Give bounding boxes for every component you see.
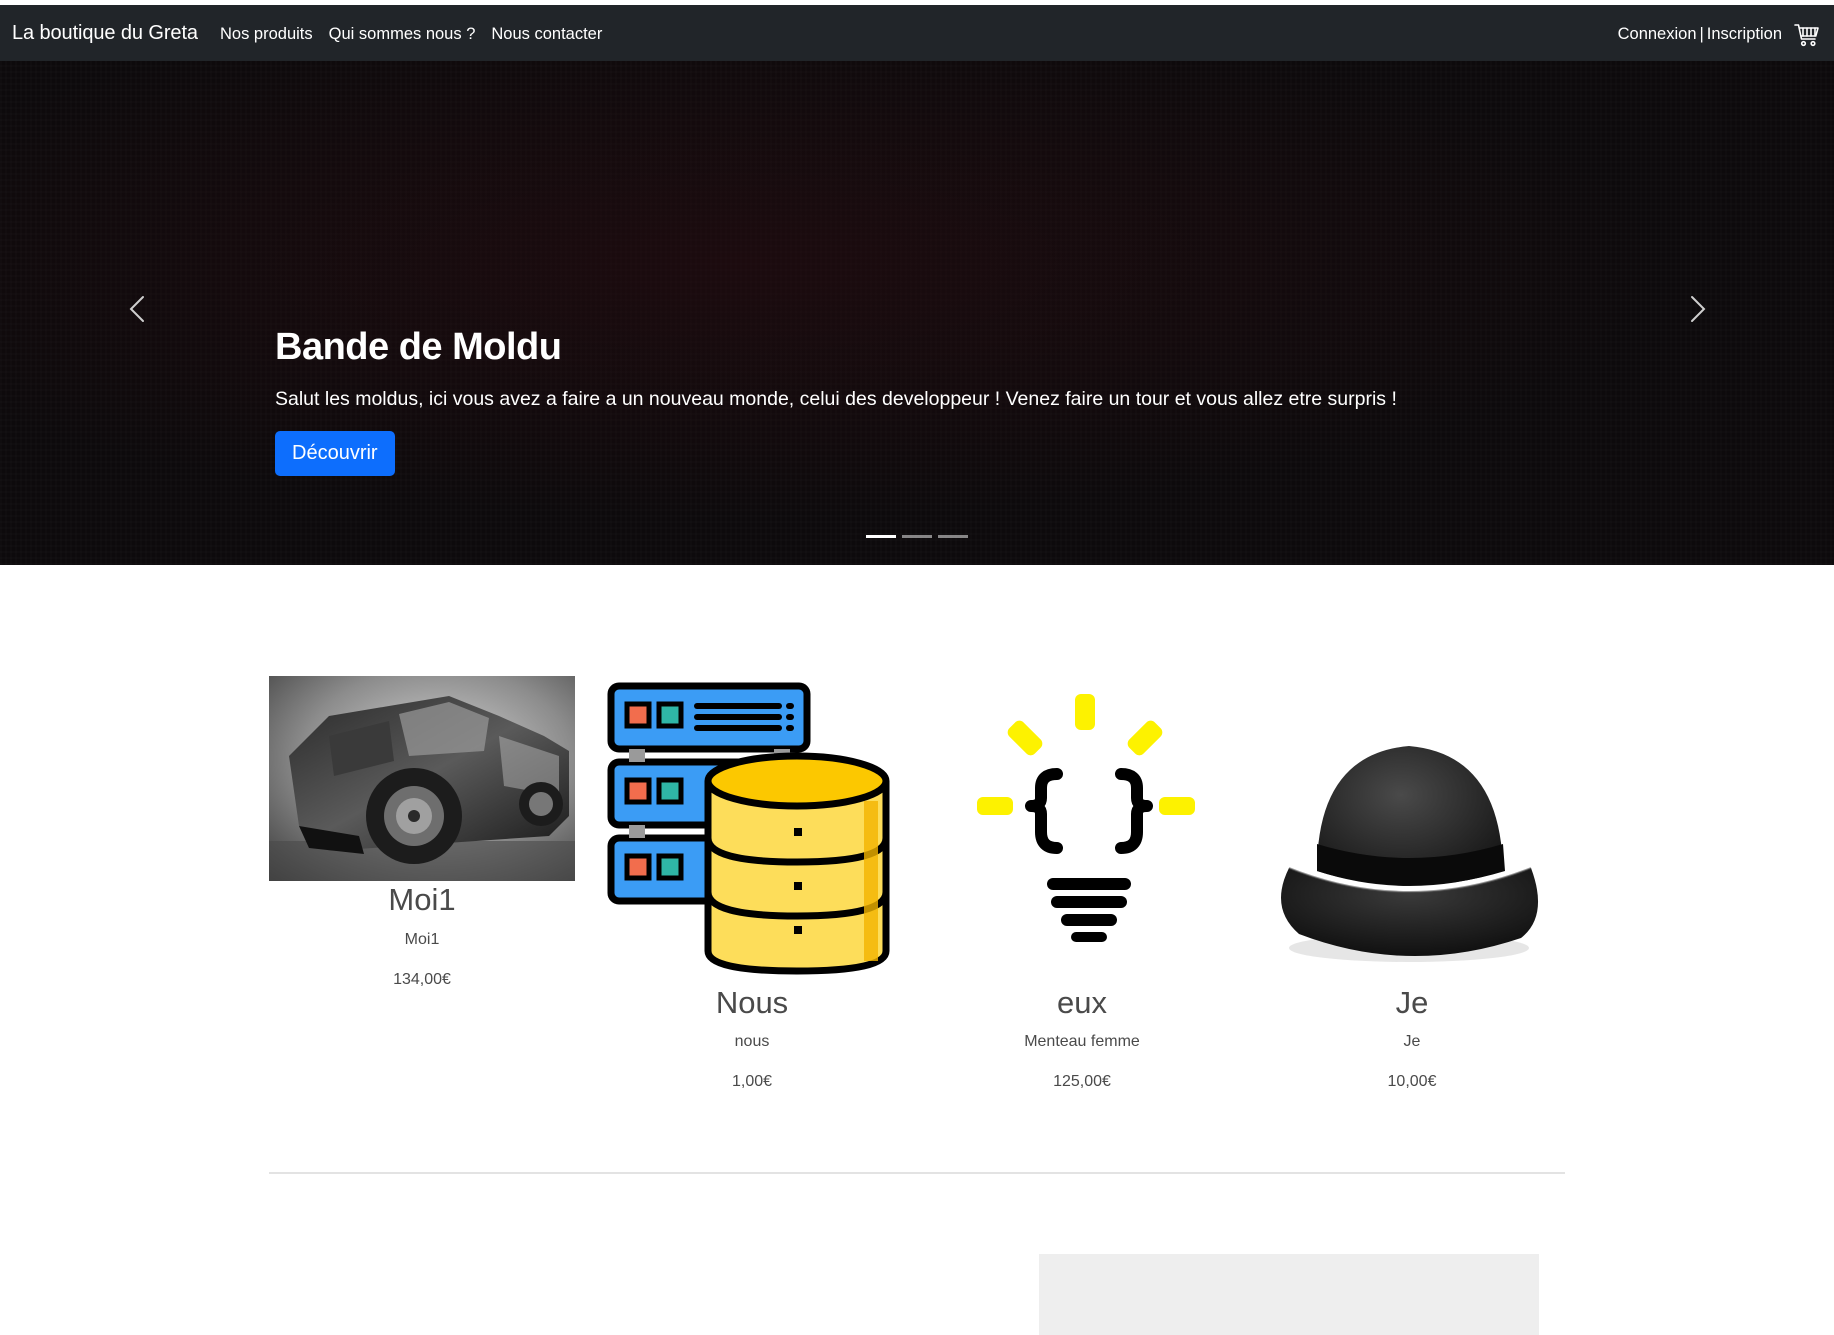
auth-separator: | [1699,25,1704,43]
hero-carousel: Bande de Moldu Salut les moldus, ici vou… [0,61,1834,565]
register-link[interactable]: Inscription [1707,25,1782,44]
product-image-bowler-hat[interactable] [1259,676,1565,976]
discover-button[interactable]: Découvrir [275,431,395,477]
nav-link-products[interactable]: Nos produits [220,25,313,44]
product-price: 125,00€ [1053,1073,1111,1090]
carousel-background [0,61,1834,565]
product-image-car[interactable] [269,676,575,881]
carousel-indicator-3[interactable] [938,535,968,538]
carousel-indicators [866,535,968,538]
section-divider [269,1172,1565,1174]
product-name: Je [1395,985,1429,1020]
product-price: 10,00€ [1387,1073,1437,1090]
brand-link[interactable]: La boutique du Greta [12,22,198,45]
product-name: eux [1057,985,1107,1020]
carousel-caption: Bande de Moldu Salut les moldus, ici vou… [275,326,1575,477]
nav-links: Nos produits Qui sommes nous ? Nous cont… [220,25,618,44]
chevron-left-icon[interactable] [118,289,158,329]
auth-links: Connexion | Inscription [1618,25,1782,44]
product-description: Menteau femme [1024,1033,1140,1050]
nav-link-contact[interactable]: Nous contacter [491,25,602,44]
carousel-indicator-2[interactable] [902,535,932,538]
code-lightbulb-icon[interactable] [929,676,1235,976]
product-name: Moi1 [388,882,456,917]
login-link[interactable]: Connexion [1618,25,1697,44]
server-database-icon[interactable] [599,676,905,976]
product-price: 134,00€ [393,971,451,988]
chevron-right-icon[interactable] [1677,289,1717,329]
content-placeholder [1039,1254,1539,1335]
carousel-text: Salut les moldus, ici vous avez a faire … [275,387,1397,410]
product-description: nous [734,1033,770,1050]
cart-icon[interactable] [1794,22,1820,48]
carousel-title: Bande de Moldu [275,326,562,368]
product-description: Moi1 [404,931,440,948]
product-grid: Moi1 Moi1 134,00€ Nous nous 1,00€ eux Me… [269,676,1565,1096]
navbar: La boutique du Greta Nos produits Qui so… [0,5,1834,61]
carousel-indicator-1[interactable] [866,535,896,538]
product-name: Nous [715,985,789,1020]
product-price: 1,00€ [731,1073,773,1090]
nav-link-about[interactable]: Qui sommes nous ? [329,25,476,44]
product-description: Je [1403,1033,1421,1050]
